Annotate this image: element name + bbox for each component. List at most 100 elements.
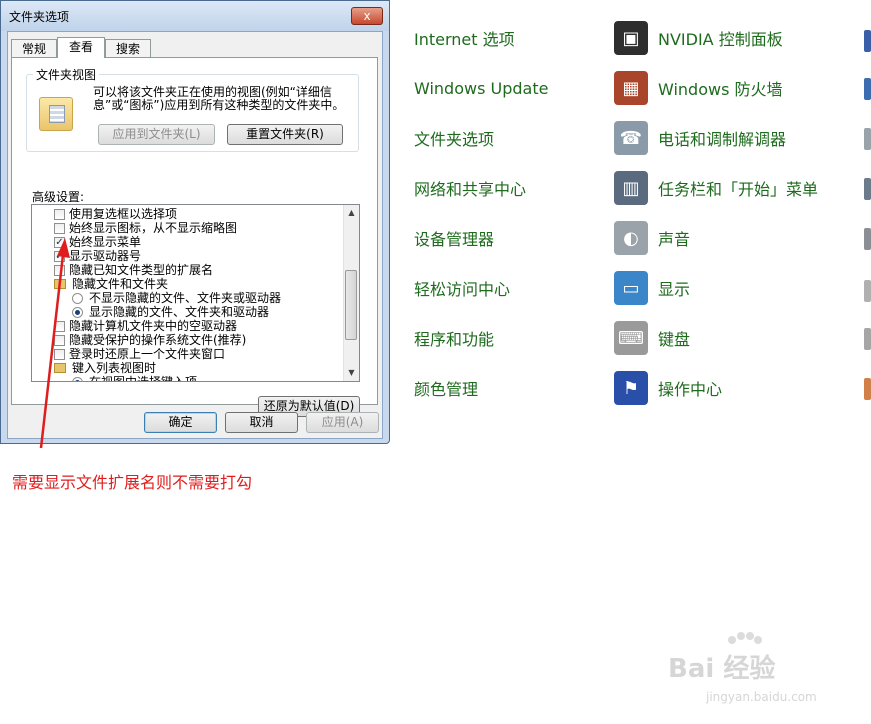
control-panel-item[interactable]: ⚑ 操作中心 bbox=[614, 368, 722, 408]
title-bar[interactable]: 文件夹选项 x bbox=[1, 1, 389, 31]
control-panel-item[interactable]: ⟳Windows Update bbox=[370, 68, 548, 108]
tab-general[interactable]: 常规 bbox=[11, 39, 57, 57]
advanced-setting-row[interactable]: 始终显示图标，从不显示缩略图 bbox=[54, 221, 237, 235]
radio[interactable] bbox=[72, 292, 83, 304]
control-panel-item[interactable]: ▦ Windows 防火墙 bbox=[614, 68, 783, 108]
advanced-setting-row[interactable]: 隐藏计算机文件夹中的空驱动器 bbox=[54, 319, 237, 333]
apply-button[interactable]: 应用(A) bbox=[306, 412, 379, 433]
partial-icon bbox=[864, 280, 871, 302]
control-panel-item[interactable]: ▥ 任务栏和「开始」菜单 bbox=[614, 168, 818, 208]
advanced-setting-label: 显示隐藏的文件、文件夹和驱动器 bbox=[89, 305, 270, 319]
close-icon: x bbox=[363, 9, 371, 23]
partial-icon bbox=[864, 178, 871, 200]
checkbox[interactable] bbox=[54, 348, 65, 360]
list-scrollbar[interactable]: ▲ ▼ bbox=[343, 205, 359, 381]
advanced-setting-row[interactable]: 隐藏受保护的操作系统文件(推荐) bbox=[54, 333, 246, 347]
advanced-setting-label: 在视图中选择键入项 bbox=[89, 375, 198, 382]
control-panel-item-label: 声音 bbox=[658, 230, 691, 249]
advanced-setting-label: 登录时还原上一个文件夹窗口 bbox=[69, 347, 226, 361]
ok-button[interactable]: 确定 bbox=[144, 412, 217, 433]
control-panel-item[interactable]: ▭ 显示 bbox=[614, 268, 690, 308]
advanced-setting-label: 隐藏文件和文件夹 bbox=[72, 277, 169, 291]
partial-icon bbox=[864, 128, 871, 150]
annotation-text: 需要显示文件扩展名则不需要打勾 bbox=[12, 473, 253, 492]
scroll-up-arrow-icon[interactable]: ▲ bbox=[344, 205, 359, 221]
checkbox[interactable] bbox=[54, 222, 65, 234]
keyboard-icon: ⌨ bbox=[614, 321, 648, 355]
control-panel-item-label: 颜色管理 bbox=[414, 380, 479, 399]
checkbox[interactable] bbox=[54, 208, 65, 220]
control-panel-item[interactable]: ◉轻松访问中心 bbox=[370, 268, 510, 308]
checkbox[interactable] bbox=[54, 334, 65, 346]
control-panel-item[interactable]: ▣ NVIDIA 控制面板 bbox=[614, 18, 783, 58]
folder-icon bbox=[54, 279, 66, 289]
tab-view[interactable]: 查看 bbox=[57, 37, 105, 58]
firewall-icon: ▦ bbox=[614, 71, 648, 105]
control-panel-item-label: 文件夹选项 bbox=[414, 130, 495, 149]
control-panel-item-label: Windows Update bbox=[414, 78, 549, 98]
dialog-title: 文件夹选项 bbox=[9, 10, 70, 24]
control-panel-item-label: 轻松访问中心 bbox=[414, 280, 511, 299]
control-panel-item-label: 操作中心 bbox=[658, 380, 723, 399]
radio-selected[interactable] bbox=[72, 306, 83, 318]
action-center-flag-icon: ⚑ bbox=[614, 371, 648, 405]
folder-views-icon bbox=[39, 97, 73, 131]
partial-icon bbox=[864, 378, 871, 400]
control-panel-item-label: 电话和调制解调器 bbox=[658, 130, 787, 149]
control-panel-item[interactable]: ⊙Internet 选项 bbox=[370, 18, 515, 58]
control-panel-item-label: Windows 防火墙 bbox=[658, 80, 783, 99]
watermark-url: jingyan.baidu.com bbox=[706, 690, 817, 704]
advanced-setting-row[interactable]: 登录时还原上一个文件夹窗口 bbox=[54, 347, 225, 361]
phone-modem-icon: ☎ bbox=[614, 121, 648, 155]
scroll-thumb[interactable] bbox=[345, 270, 357, 340]
control-panel-item-label: 程序和功能 bbox=[414, 330, 495, 349]
control-panel-item[interactable]: ☎ 电话和调制解调器 bbox=[614, 118, 786, 158]
close-button[interactable]: x bbox=[351, 7, 383, 25]
tab-search[interactable]: 搜索 bbox=[105, 39, 151, 57]
nvidia-icon: ▣ bbox=[614, 21, 648, 55]
folder-views-title: 文件夹视图 bbox=[33, 66, 100, 83]
advanced-setting-label: 始终显示菜单 bbox=[69, 235, 142, 249]
advanced-setting-label: 显示驱动器号 bbox=[69, 249, 142, 263]
advanced-setting-row[interactable]: ✓ 始终显示菜单 bbox=[54, 235, 141, 249]
control-panel-item-label: 键盘 bbox=[658, 330, 691, 349]
advanced-setting-row[interactable]: 隐藏已知文件类型的扩展名 bbox=[54, 263, 213, 277]
partial-icon bbox=[864, 30, 871, 52]
folder-icon bbox=[54, 363, 66, 373]
advanced-setting-label: 使用复选框以选择项 bbox=[69, 207, 178, 221]
control-panel-item[interactable]: ◎网络和共享中心 bbox=[370, 168, 526, 208]
control-panel-item-label: NVIDIA 控制面板 bbox=[658, 30, 783, 49]
control-panel-item[interactable]: ⌨ 键盘 bbox=[614, 318, 690, 358]
control-panel-item[interactable]: ◐ 声音 bbox=[614, 218, 690, 258]
checkbox-checked[interactable]: ✓ bbox=[54, 236, 65, 248]
folder-views-description: 可以将该文件夹正在使用的视图(例如“详细信息”或“图标”)应用到所有这种类型的文… bbox=[93, 85, 345, 112]
dialog-body: 常规 查看 搜索 文件夹视图 可以将该文件夹正在使用的视图(例如“详细信息”或“… bbox=[7, 31, 383, 439]
reset-folders-button[interactable]: 重置文件夹(R) bbox=[227, 124, 343, 145]
advanced-setting-row[interactable]: 使用复选框以选择项 bbox=[54, 207, 177, 221]
advanced-setting-label: 隐藏已知文件类型的扩展名 bbox=[69, 263, 214, 277]
checkbox-checked[interactable]: ✓ bbox=[54, 250, 65, 262]
advanced-setting-row[interactable]: 隐藏文件和文件夹 bbox=[54, 277, 168, 291]
control-panel-item-label: Internet 选项 bbox=[414, 30, 515, 49]
folder-options-dialog: 文件夹选项 x 常规 查看 搜索 文件夹视图 可以将该文件夹正在使用的视图(例如… bbox=[0, 0, 390, 444]
checkbox[interactable] bbox=[54, 320, 65, 332]
taskbar-icon: ▥ bbox=[614, 171, 648, 205]
advanced-settings-label: 高级设置: bbox=[32, 190, 85, 204]
apply-to-folders-button[interactable]: 应用到文件夹(L) bbox=[98, 124, 215, 145]
advanced-setting-row[interactable]: 显示隐藏的文件、文件夹和驱动器 bbox=[72, 305, 269, 319]
partial-icon bbox=[864, 78, 871, 100]
control-panel-item-label: 显示 bbox=[658, 280, 691, 299]
cancel-button[interactable]: 取消 bbox=[225, 412, 298, 433]
scroll-down-arrow-icon[interactable]: ▼ bbox=[344, 365, 359, 381]
advanced-setting-row[interactable]: 在视图中选择键入项 bbox=[72, 375, 198, 382]
partial-icon bbox=[864, 228, 871, 250]
watermark-brand: Bai 经验 bbox=[668, 654, 776, 684]
folder-views-group: 文件夹视图 可以将该文件夹正在使用的视图(例如“详细信息”或“图标”)应用到所有… bbox=[26, 66, 359, 152]
advanced-setting-row[interactable]: ✓ 显示驱动器号 bbox=[54, 249, 141, 263]
advanced-settings-list[interactable]: 使用复选框以选择项 始终显示图标，从不显示缩略图 ✓ 始终显示菜单 ✓ 显示驱动器号 隐藏已… bbox=[31, 204, 360, 382]
control-panel-item-label: 网络和共享中心 bbox=[414, 180, 527, 199]
advanced-setting-row[interactable]: 不显示隐藏的文件、文件夹或驱动器 bbox=[72, 291, 281, 305]
advanced-setting-row[interactable]: 键入列表视图时 bbox=[54, 361, 156, 375]
checkbox[interactable] bbox=[54, 264, 65, 276]
radio-selected[interactable] bbox=[72, 376, 83, 381]
